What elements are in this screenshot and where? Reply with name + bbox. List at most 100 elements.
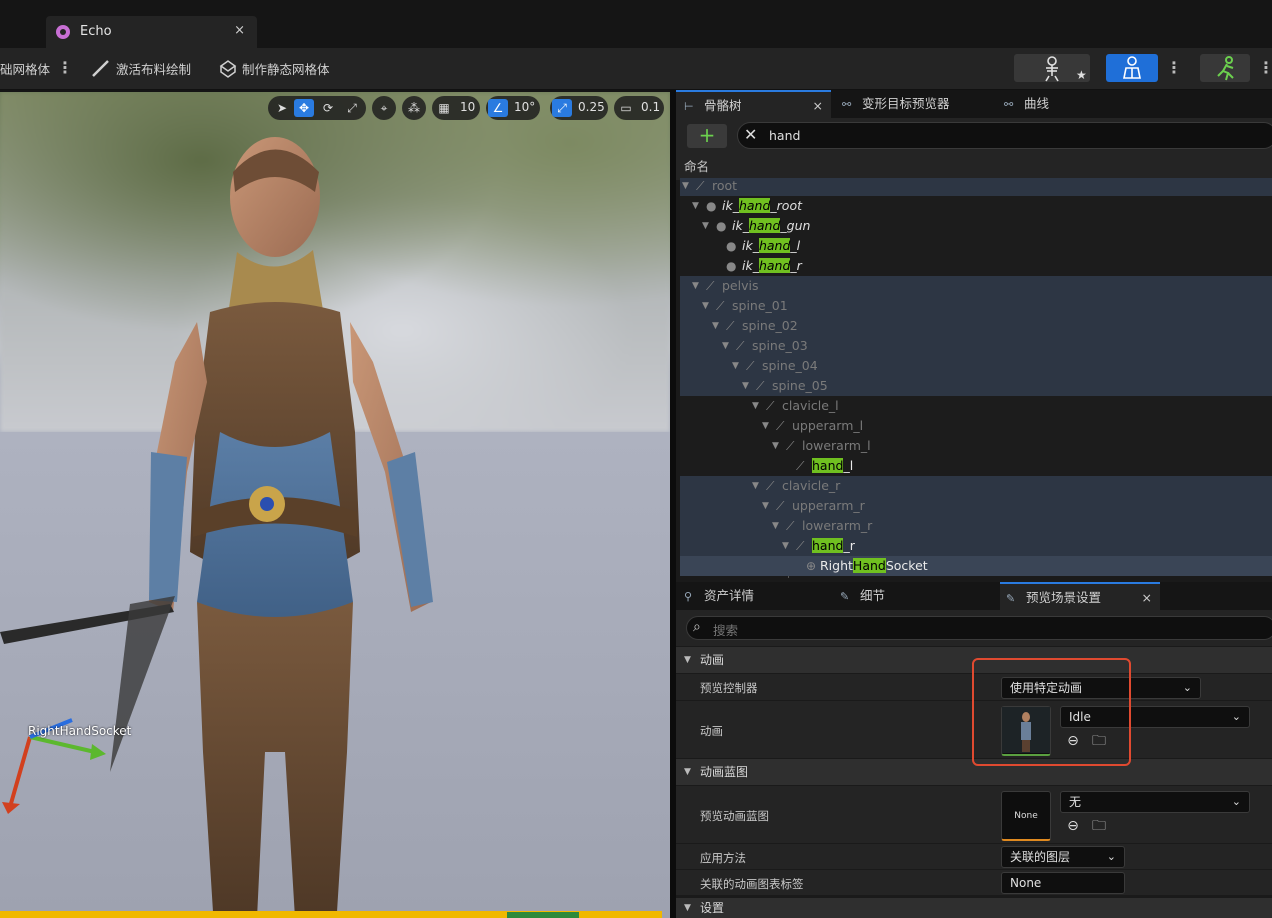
camera-icon: ▭ xyxy=(620,101,632,115)
animation-label: 动画 xyxy=(700,724,723,738)
anim-bp-dropdown[interactable]: 无 ⌄ xyxy=(1060,791,1250,813)
search-placeholder: 搜索 xyxy=(713,623,739,638)
anim-more-button[interactable]: ⋮ xyxy=(1258,58,1272,77)
tab-details[interactable]: ✎ 细节 xyxy=(840,582,1000,610)
tab-asset-details[interactable]: ⚲ 资产详情 xyxy=(676,582,836,610)
tree-row-ik-hand-root[interactable]: ▼ ● ik_hand_root xyxy=(680,196,1272,216)
category-settings[interactable]: 设置 xyxy=(676,898,1272,918)
tree-search-input[interactable]: ✕ hand xyxy=(737,122,1272,149)
row-preview-anim-bp: 预览动画蓝图 None 无 ⌄ ⊖ 🗀 xyxy=(676,786,1272,844)
tab-label: 曲线 xyxy=(1024,96,1050,111)
anim-bp-thumbnail[interactable]: None xyxy=(1001,791,1051,841)
rotate-icon[interactable]: ⟳ xyxy=(318,99,338,117)
linked-tag-label: 关联的动画图表标签 xyxy=(700,877,804,891)
camera-speed-value: 0.1 xyxy=(641,100,661,114)
search-value: hand xyxy=(769,128,801,143)
tab-skeleton-tree[interactable]: ⊢ 骨骼树 × xyxy=(676,90,831,118)
tree-row-spine-02[interactable]: ▼ ⟋ spine_02 xyxy=(680,316,1272,336)
mesh-more-button[interactable]: ⋮ xyxy=(1166,58,1182,77)
toolbar-mesh-button[interactable]: 础网格体 xyxy=(0,59,50,78)
panel-splitter[interactable] xyxy=(670,90,676,918)
use-selected-icon[interactable]: ⊖ xyxy=(1064,817,1082,835)
tree-row-ik-hand-l[interactable]: ● ik_hand_l xyxy=(680,236,1272,256)
camera-speed-button[interactable]: ▭ 0.1 xyxy=(614,96,664,120)
transform-tools: ➤ ✥ ⟳ ⤢ xyxy=(268,96,366,120)
tree-row-spine-04[interactable]: ▼ ⟋ spine_04 xyxy=(680,356,1272,376)
tree-row-ik-hand-gun[interactable]: ▼ ● ik_hand_gun xyxy=(680,216,1272,236)
tree-column-header: 命名 xyxy=(676,156,1272,180)
tab-echo[interactable]: Echo × xyxy=(46,16,257,48)
details-tab-bar: ⚲ 资产详情 ✎ 细节 ✎ 预览场景设置 × xyxy=(676,582,1272,610)
tree-row-lowerarm-l[interactable]: ▼ ⟋ lowerarm_l xyxy=(680,436,1272,456)
skeleton-tab-bar: ⊢ 骨骼树 × ⚯ 变形目标预览器 ⚯ 曲线 xyxy=(676,90,1272,118)
grid-icon: ▦ xyxy=(438,101,450,115)
grid-snap-button[interactable]: ▦ 10 xyxy=(432,96,480,120)
toolbar-cloth-paint-button[interactable]: 激活布料绘制 xyxy=(116,59,191,78)
toolbar-more-button[interactable]: ⋮ xyxy=(57,58,73,77)
chevron-down-icon: ⌄ xyxy=(1106,850,1116,863)
paint-brush-icon xyxy=(90,58,112,78)
pencil-icon: ✎ xyxy=(840,590,850,603)
scale-icon[interactable]: ⤢ xyxy=(342,99,362,117)
tree-toolbar: + ✕ hand xyxy=(676,118,1272,156)
title-bar: Echo × xyxy=(0,0,1272,48)
tree-row-spine-01[interactable]: ▼ ⟋ spine_01 xyxy=(680,296,1272,316)
tab-preview-scene-settings[interactable]: ✎ 预览场景设置 × xyxy=(1000,582,1160,610)
tree-row-ik-hand-r[interactable]: ● ik_hand_r xyxy=(680,256,1272,276)
tree-row-pelvis[interactable]: ▼ ⟋ pelvis xyxy=(680,276,1272,296)
rotation-snap-button[interactable]: ∠ 10° xyxy=(486,96,540,120)
tree-row-clavicle-r[interactable]: ▼ ⟋ clavicle_r xyxy=(680,476,1272,496)
rotation-snap-value: 10° xyxy=(514,100,536,114)
highlight-annotation xyxy=(972,658,1131,766)
linked-tag-input[interactable]: None xyxy=(1001,872,1125,894)
skeleton-tree-icon: ⊢ xyxy=(684,100,694,113)
surface-snap-button[interactable]: ⁂ xyxy=(402,96,426,120)
tree-row-upperarm-r[interactable]: ▼ ⟋ upperarm_r xyxy=(680,496,1272,516)
animation-mode-button[interactable] xyxy=(1200,54,1250,82)
tree-row-spine-05[interactable]: ▼ ⟋ spine_05 xyxy=(680,376,1272,396)
details-search-input[interactable]: ⌕ 搜索 xyxy=(686,616,1272,640)
mesh-mode-button[interactable] xyxy=(1106,54,1158,82)
close-tab-button[interactable]: × xyxy=(813,92,823,120)
tree-row-upperarm-l[interactable]: ▼ ⟋ upperarm_l xyxy=(680,416,1272,436)
svg-text:★: ★ xyxy=(1076,68,1087,82)
bone-icon: ⚯ xyxy=(1004,98,1014,111)
tree-row-right-hand-socket[interactable]: ⊕ RightHandSocket xyxy=(680,556,1272,576)
tree-row-root[interactable]: ▼ ⟋ root xyxy=(680,178,1272,196)
pencil-icon: ✎ xyxy=(1006,592,1016,605)
scale-snap-value: 0.25 xyxy=(578,100,605,114)
close-tab-button[interactable]: × xyxy=(1142,584,1152,612)
search-icon: ⌕ xyxy=(693,619,701,635)
add-socket-button[interactable]: + xyxy=(687,124,727,148)
tab-label: 骨骼树 xyxy=(704,98,742,113)
chevron-down-icon: ⌄ xyxy=(1231,795,1241,808)
tree-row-clavicle-l[interactable]: ▼ ⟋ clavicle_l xyxy=(680,396,1272,416)
close-tab-button[interactable]: × xyxy=(234,23,245,38)
tab-morph-target[interactable]: ⚯ 变形目标预览器 xyxy=(842,90,1002,118)
viewport[interactable]: RightHandSocket ➤ ✥ ⟳ ⤢ ⌖ ⁂ ▦ 10 ∠ 10° ⤢… xyxy=(0,92,670,918)
world-space-icon: ⌖ xyxy=(380,101,388,115)
browse-asset-icon[interactable]: 🗀 xyxy=(1090,817,1108,835)
surface-snap-icon: ⁂ xyxy=(408,101,420,115)
chevron-down-icon: ⌄ xyxy=(1182,681,1192,694)
tree-row-spine-03[interactable]: ▼ ⟋ spine_03 xyxy=(680,336,1272,356)
main-toolbar: 础网格体 ⋮ 激活布料绘制 制作静态网格体 ★ ⋮ ⋮ xyxy=(0,48,1272,90)
tree-row-hand-r[interactable]: ▼ ⟋ hand_r xyxy=(680,536,1272,556)
clear-search-icon[interactable]: ✕ xyxy=(744,125,757,144)
select-icon[interactable]: ➤ xyxy=(272,99,292,117)
timeline-marker[interactable] xyxy=(507,912,579,918)
tree-row-hand-l[interactable]: ⟋ hand_l xyxy=(680,456,1272,476)
bone-icon: ⚯ xyxy=(842,98,852,111)
tab-label: 变形目标预览器 xyxy=(862,96,950,111)
socket-label: RightHandSocket xyxy=(28,724,132,738)
apply-method-dropdown[interactable]: 关联的图层 ⌄ xyxy=(1001,846,1125,868)
preview-controller-label: 预览控制器 xyxy=(700,681,758,695)
toolbar-make-static-mesh-button[interactable]: 制作静态网格体 xyxy=(242,59,330,78)
skeleton-mode-button[interactable]: ★ xyxy=(1014,54,1090,82)
translate-icon[interactable]: ✥ xyxy=(294,99,314,117)
coord-space-button[interactable]: ⌖ xyxy=(372,96,396,120)
tree-row-lowerarm-r[interactable]: ▼ ⟋ lowerarm_r xyxy=(680,516,1272,536)
tab-curves[interactable]: ⚯ 曲线 xyxy=(1004,90,1094,118)
scale-snap-button[interactable]: ⤢ 0.25 xyxy=(550,96,608,120)
transform-gizmo[interactable] xyxy=(0,592,200,822)
